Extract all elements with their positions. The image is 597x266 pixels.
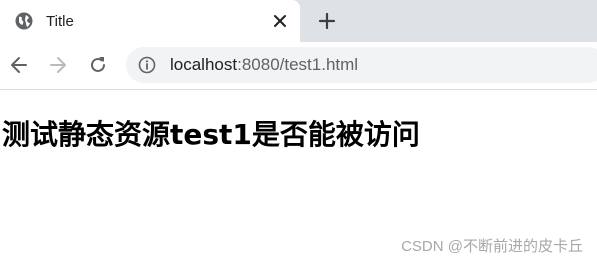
new-tab-button[interactable]: [316, 10, 338, 32]
url-text[interactable]: localhost:8080/test1.html: [170, 55, 358, 75]
close-icon[interactable]: [270, 11, 290, 31]
url-host: localhost: [170, 55, 238, 74]
address-bar[interactable]: localhost:8080/test1.html: [126, 47, 597, 83]
page-content: 测试静态资源test1是否能被访问 CSDN @不断前进的皮卡丘: [0, 90, 597, 266]
url-path: :8080/test1.html: [237, 55, 359, 74]
watermark: CSDN @不断前进的皮卡丘: [401, 238, 583, 255]
forward-icon[interactable]: [47, 54, 69, 76]
tab-strip: Title: [0, 0, 597, 42]
info-icon[interactable]: [138, 56, 156, 74]
page-heading: 测试静态资源test1是否能被访问: [2, 118, 420, 151]
tab-title: Title: [46, 13, 74, 30]
back-icon[interactable]: [8, 54, 30, 76]
toolbar: localhost:8080/test1.html: [0, 42, 597, 90]
tab-active[interactable]: Title: [0, 0, 300, 42]
globe-icon: [15, 12, 33, 30]
reload-icon[interactable]: [87, 54, 109, 76]
browser-window: Title localhost:8080/test1.html 测试静态资源te…: [0, 0, 597, 266]
